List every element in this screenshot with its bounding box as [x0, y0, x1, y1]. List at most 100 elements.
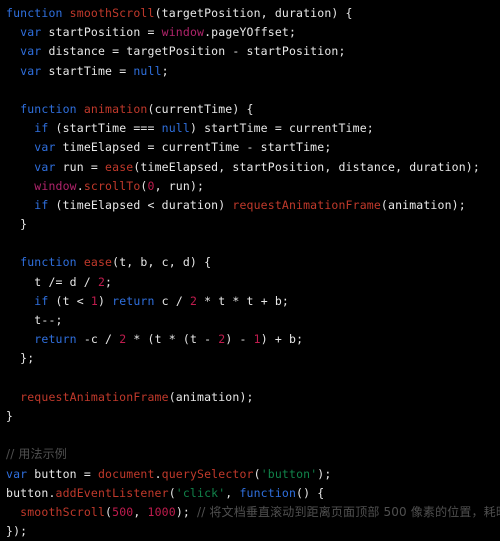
code-line: };	[0, 349, 500, 368]
code-token-plain: run =	[55, 159, 106, 174]
code-token-plain: t--;	[6, 313, 63, 327]
code-token-num: 2	[189, 293, 198, 308]
code-line: smoothScroll(500, 1000); // 将文档垂直滚动到距离页面…	[0, 503, 500, 522]
code-token-num: 2	[97, 274, 106, 289]
code-line: if (startTime === null) startTime = curr…	[0, 119, 500, 138]
code-token-fn: animation	[83, 101, 148, 116]
code-line: window.scrollTo(0, run);	[0, 177, 500, 196]
code-line: });	[0, 522, 500, 541]
code-token-comment: // 用法示例	[6, 447, 67, 462]
code-token-plain: (	[168, 485, 176, 500]
code-line: requestAnimationFrame(animation);	[0, 388, 500, 407]
code-token-plain: });	[6, 524, 28, 539]
code-line: return -c / 2 * (t * (t - 2) - 1) + b;	[0, 330, 500, 349]
code-line: t--;	[0, 311, 500, 330]
code-token-kw: if	[34, 197, 49, 212]
code-token-fn: querySelector	[161, 466, 254, 481]
code-token-plain: startPosition =	[41, 25, 162, 40]
code-token-fn: smoothScroll	[69, 6, 155, 20]
code-token-kw: function	[6, 6, 63, 20]
code-listing[interactable]: function smoothScroll(targetPosition, du…	[0, 0, 500, 539]
code-token-plain: .	[154, 466, 162, 481]
code-line: if (t < 1) return c / 2 * t * t + b;	[0, 292, 500, 311]
code-line: var startPosition = window.pageYOffset;	[0, 23, 500, 42]
code-token-plain: (timeElapsed < duration)	[48, 197, 233, 212]
code-token-kw: function	[239, 485, 297, 500]
code-token-kw: if	[34, 293, 49, 308]
code-token-kw: null	[161, 121, 190, 136]
code-token-plain: (t <	[48, 293, 91, 308]
code-token-plain: timeElapsed = currentTime - startTime;	[55, 140, 332, 155]
code-token-kw: null	[133, 63, 162, 78]
code-token-plain: (timeElapsed, startPosition, distance, d…	[133, 159, 480, 174]
code-token-num: 1000	[147, 504, 176, 519]
code-token-plain: * t * t + b;	[197, 293, 290, 308]
code-token-num: 0	[147, 178, 155, 193]
code-token-plain: ;	[105, 274, 113, 289]
code-token-fn: requestAnimationFrame	[232, 197, 381, 212]
code-token-plain: (currentTime) {	[147, 101, 254, 116]
code-token-fn: addEventListener	[55, 485, 169, 500]
code-token-plain: ;	[161, 63, 169, 78]
code-token-plain: button =	[27, 466, 98, 481]
code-token-kw: var	[6, 466, 28, 481]
code-token-kw: var	[20, 44, 42, 59]
code-token-obj: window	[34, 178, 77, 193]
code-token-fn: requestAnimationFrame	[20, 389, 169, 404]
code-token-plain: (animation);	[380, 197, 466, 212]
code-token-plain: , run);	[154, 178, 205, 193]
code-token-plain: .pageYOffset;	[204, 25, 297, 40]
code-line: var distance = targetPosition - startPos…	[0, 42, 500, 61]
code-token-kw: return	[34, 332, 77, 347]
code-token-fn: smoothScroll	[20, 504, 106, 519]
code-token-plain: );	[175, 504, 198, 519]
code-token-plain: (startTime ===	[48, 121, 162, 136]
code-token-kw: return	[112, 293, 155, 308]
code-token-num: 1	[253, 332, 261, 347]
code-token-plain: c /	[154, 293, 190, 308]
code-token-plain: ) startTime = currentTime;	[189, 121, 374, 136]
code-token-plain: (t, b, c, d) {	[112, 255, 212, 270]
code-line: var run = ease(timeElapsed, startPositio…	[0, 158, 500, 177]
code-token-fn: ease	[83, 255, 113, 270]
code-token-kw: var	[34, 159, 56, 174]
code-token-str: 'click'	[175, 485, 226, 500]
code-token-plain: button.	[6, 485, 56, 500]
code-token-plain: t /= d /	[6, 274, 98, 289]
code-token-obj: window	[161, 25, 205, 40]
code-token-plain: }	[6, 217, 28, 232]
code-token-plain: (	[140, 178, 148, 193]
code-line: t /= d / 2;	[0, 273, 500, 292]
code-token-plain: ) -	[225, 332, 254, 347]
code-token-plain: distance = targetPosition - startPositio…	[41, 44, 346, 59]
code-token-plain: -c /	[76, 332, 120, 347]
code-token-kw: function	[20, 255, 77, 270]
code-token-fn: ease	[105, 159, 134, 174]
code-line: }	[0, 215, 500, 234]
code-token-plain: };	[6, 351, 35, 366]
code-token-plain: );	[317, 466, 332, 481]
code-token-plain: ,	[133, 504, 148, 519]
code-line: // 用法示例	[0, 445, 500, 464]
code-token-kw: function	[20, 101, 77, 116]
code-token-str: 'button'	[260, 466, 318, 481]
code-line: var timeElapsed = currentTime - startTim…	[0, 138, 500, 157]
code-token-plain: }	[6, 408, 14, 423]
